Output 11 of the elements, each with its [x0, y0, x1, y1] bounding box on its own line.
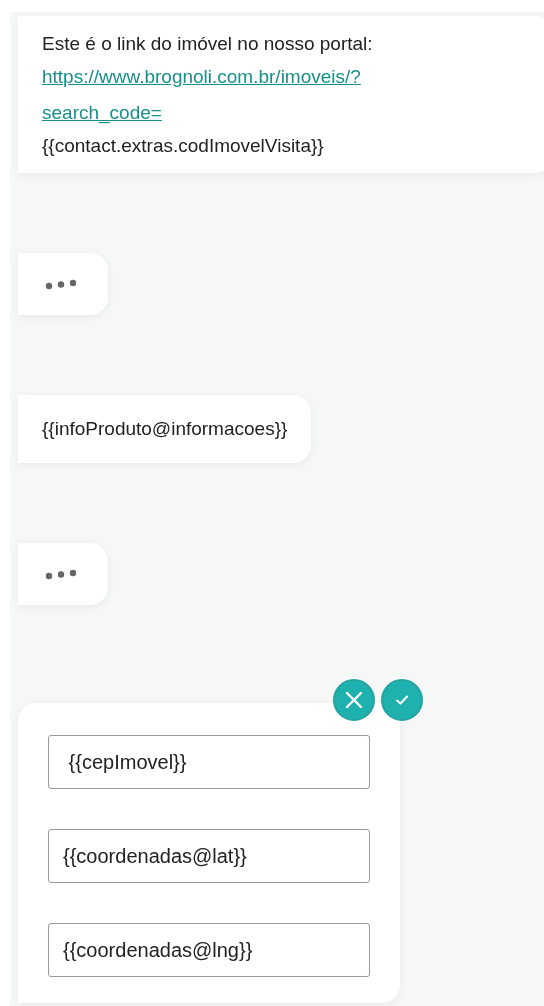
- link[interactable]: https://www.brognoli.com.br/imoveis/?search_code=: [42, 59, 462, 131]
- message-text: {{contact.extras.codImovelVisita}}: [42, 134, 325, 158]
- check-icon: [395, 694, 409, 706]
- close-icon: [344, 690, 364, 710]
- input-field[interactable]: {{coordenadas@lat}}: [48, 829, 370, 883]
- message-text: Este é o link do imóvel no nosso portal:: [42, 32, 374, 56]
- input-field[interactable]: {{coordenadas@lng}}: [48, 923, 370, 977]
- message-text: {{infoProduto@informacoes}}: [42, 417, 288, 441]
- input-field[interactable]: {{cepImovel}}: [48, 735, 370, 789]
- confirm-button[interactable]: [381, 679, 423, 721]
- cancel-button[interactable]: [333, 679, 375, 721]
